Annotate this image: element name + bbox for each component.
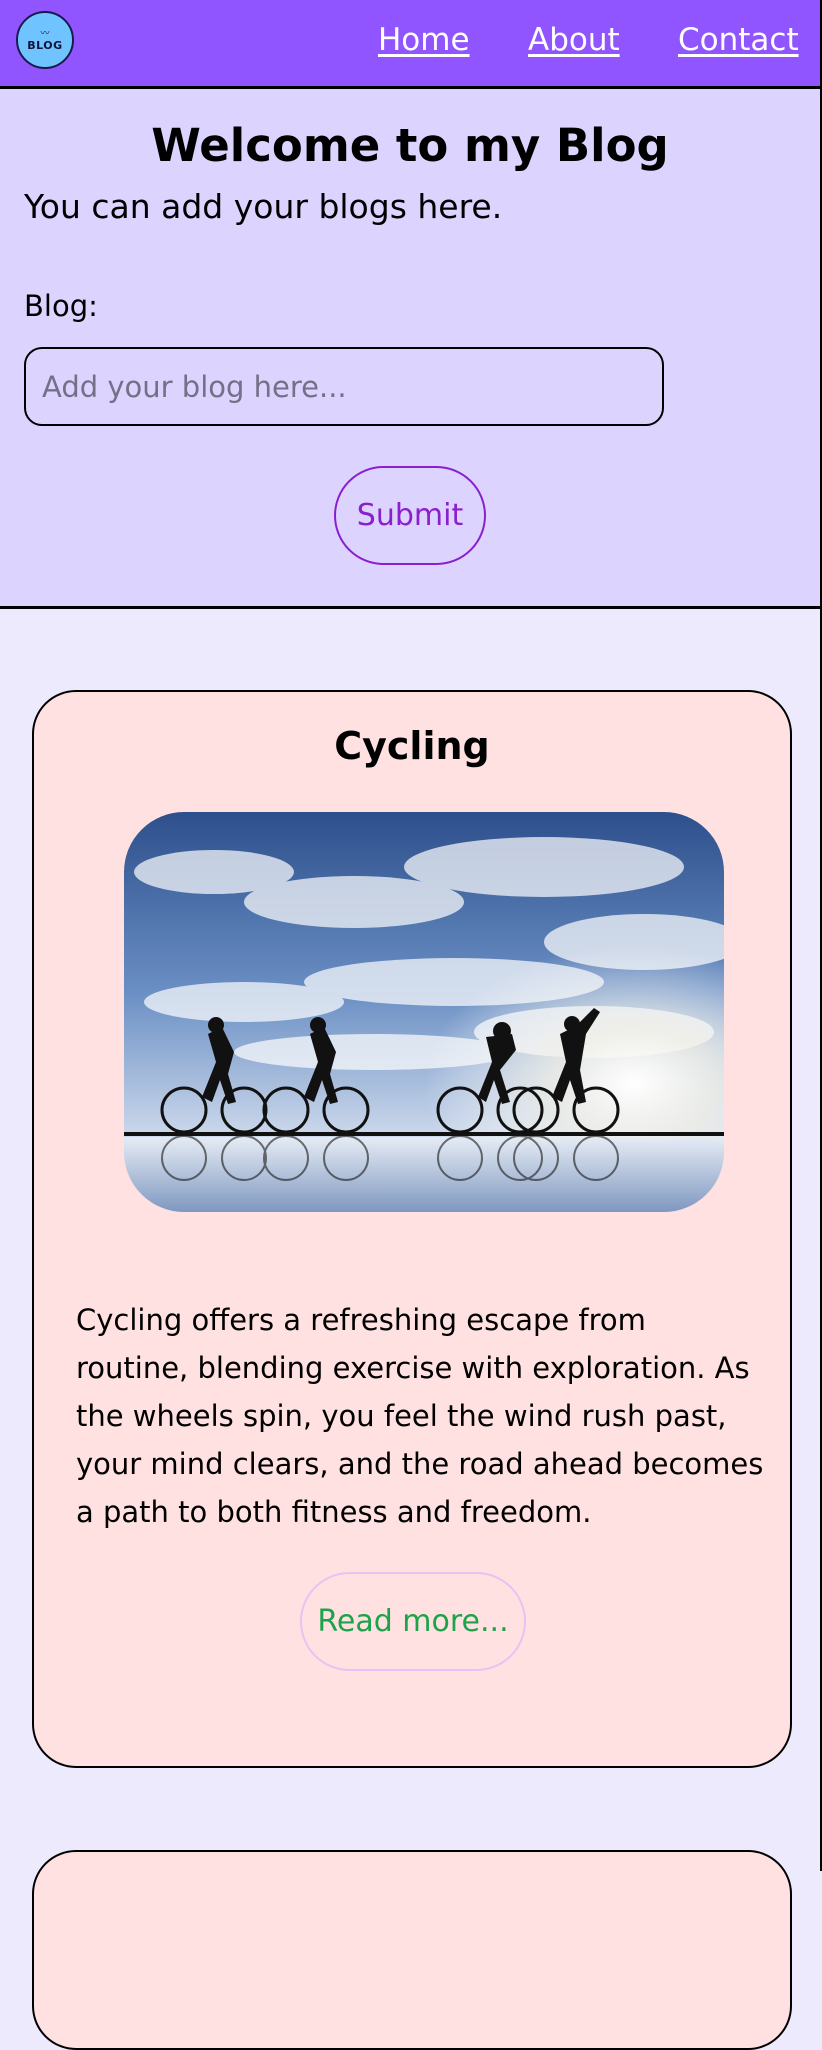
blog-post-card-next bbox=[32, 1850, 792, 2050]
read-more-button[interactable]: Read more... bbox=[300, 1572, 526, 1671]
page-title: Welcome to my Blog bbox=[151, 119, 669, 172]
post-image-cyclists bbox=[124, 812, 724, 1212]
post-excerpt: Cycling offers a refreshing escape from … bbox=[76, 1303, 764, 1529]
logo-text: BLOG bbox=[27, 38, 63, 52]
logo-icon: 〰 bbox=[40, 28, 50, 39]
blog-post-card: Cycling Cycling offers a refreshing esca… bbox=[32, 690, 792, 1768]
post-title: Cycling bbox=[334, 724, 490, 768]
blog-field-label: Blog: bbox=[24, 289, 98, 323]
blog-logo[interactable]: 〰 BLOG bbox=[16, 11, 74, 69]
nav-link-about[interactable]: About bbox=[528, 22, 620, 58]
nav-link-contact[interactable]: Contact bbox=[678, 22, 799, 58]
nav-link-home[interactable]: Home bbox=[378, 22, 470, 58]
page: 〰 BLOG Home About Contact Welcome to my … bbox=[0, 0, 822, 2050]
blog-form-section: Welcome to my Blog You can add your blog… bbox=[0, 89, 820, 609]
navbar: 〰 BLOG Home About Contact bbox=[0, 0, 820, 89]
blog-input[interactable] bbox=[24, 347, 664, 426]
page-subtitle: You can add your blogs here. bbox=[24, 187, 503, 226]
submit-button[interactable]: Submit bbox=[334, 466, 486, 565]
